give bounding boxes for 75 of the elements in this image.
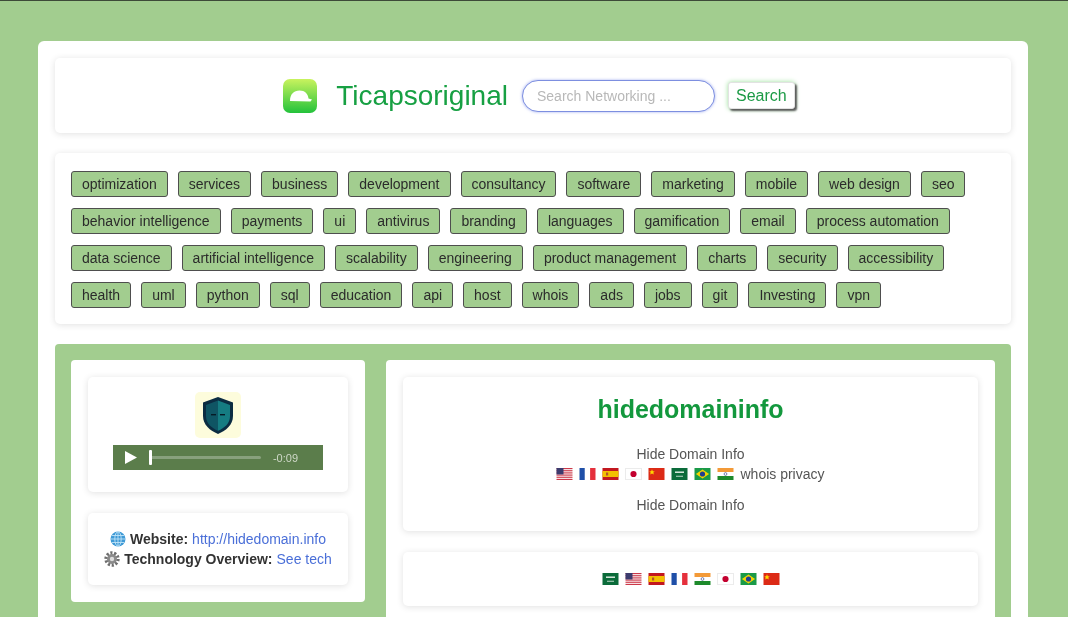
- tag-link[interactable]: python: [195, 282, 260, 308]
- text-link[interactable]: See tech: [276, 549, 332, 569]
- field-label: Website:: [130, 530, 189, 549]
- tag-link[interactable]: uml: [141, 282, 186, 308]
- domain-title: hidedomaininfo: [597, 394, 784, 424]
- tag-link[interactable]: accessibility: [847, 245, 945, 271]
- tag-link[interactable]: ads: [589, 282, 634, 308]
- tag-link[interactable]: consultancy: [460, 171, 557, 197]
- tag-link[interactable]: sql: [269, 282, 310, 308]
- search-field[interactable]: Search Networking ...: [522, 79, 715, 112]
- tag-link[interactable]: web design: [818, 171, 911, 197]
- time-remaining: -0:09: [272, 451, 298, 464]
- tag-link[interactable]: vpn: [836, 282, 882, 308]
- tagline-text: whois privacy: [740, 465, 825, 484]
- india-flag-icon: [693, 573, 711, 585]
- shield-icon: [195, 392, 241, 438]
- india-flag-icon: [717, 468, 735, 480]
- tag-link[interactable]: branding: [450, 208, 527, 234]
- seek-thumb[interactable]: [149, 450, 152, 465]
- tag-link[interactable]: development: [348, 171, 451, 197]
- tag-link[interactable]: languages: [536, 208, 624, 234]
- saudi-flag-icon: [671, 468, 689, 480]
- tag-link[interactable]: ui: [323, 208, 357, 234]
- tag-link[interactable]: process automation: [805, 208, 950, 234]
- tag-link[interactable]: api: [412, 282, 454, 308]
- china-flag-icon: [762, 573, 780, 585]
- globe-icon: [110, 531, 126, 547]
- tag-link[interactable]: health: [71, 282, 132, 308]
- brazil-flag-icon: [694, 468, 712, 480]
- tag-link[interactable]: marketing: [651, 171, 735, 197]
- tag-link[interactable]: product management: [532, 245, 688, 271]
- tag-link[interactable]: host: [463, 282, 512, 308]
- us-flag-icon: [556, 468, 574, 480]
- tag-link[interactable]: business: [261, 171, 339, 197]
- tag-link[interactable]: services: [177, 171, 252, 197]
- tag-link[interactable]: artificial intelligence: [181, 245, 325, 271]
- tag-link[interactable]: seo: [920, 171, 966, 197]
- tag-link[interactable]: payments: [230, 208, 314, 234]
- japan-flag-icon: [625, 468, 643, 480]
- tag-link[interactable]: gamification: [633, 208, 731, 234]
- text-link[interactable]: http://hidedomain.info: [192, 529, 326, 549]
- spain-flag-icon: [647, 573, 665, 585]
- france-flag-icon: [670, 573, 688, 585]
- tag-link[interactable]: whois: [521, 282, 580, 308]
- gear-icon: [104, 551, 121, 567]
- tag-link[interactable]: optimization: [71, 171, 168, 197]
- spain-flag-icon: [602, 468, 620, 480]
- tag-link[interactable]: engineering: [427, 245, 523, 271]
- tag-link[interactable]: mobile: [744, 171, 809, 197]
- saudi-flag-icon: [601, 573, 619, 585]
- tag-link[interactable]: git: [701, 282, 739, 308]
- tag-link[interactable]: jobs: [643, 282, 692, 308]
- search-button[interactable]: Search: [728, 82, 795, 109]
- france-flag-icon: [579, 468, 597, 480]
- tag-link[interactable]: antivirus: [366, 208, 441, 234]
- tag-link[interactable]: security: [767, 245, 838, 271]
- tag-link[interactable]: behavior intelligence: [71, 208, 221, 234]
- play-icon: [125, 451, 137, 464]
- tag-link[interactable]: data science: [71, 245, 172, 271]
- description-text: Hide Domain Info: [636, 496, 745, 515]
- tag-link[interactable]: email: [740, 208, 796, 234]
- tag-link[interactable]: software: [566, 171, 642, 197]
- tag-link[interactable]: charts: [697, 245, 758, 271]
- brazil-flag-icon: [739, 573, 757, 585]
- japan-flag-icon: [716, 573, 734, 585]
- tag-link[interactable]: education: [319, 282, 403, 308]
- play-button[interactable]: [125, 451, 137, 464]
- tag-link[interactable]: scalability: [335, 245, 418, 271]
- field-label: Technology Overview:: [124, 550, 273, 569]
- app-logo-icon: [283, 78, 318, 113]
- tag-link[interactable]: Investing: [748, 282, 827, 308]
- subtitle-text: Hide Domain Info: [636, 445, 745, 464]
- us-flag-icon: [624, 573, 642, 585]
- china-flag-icon: [648, 468, 666, 480]
- site-title: Ticapsoriginal: [336, 78, 508, 113]
